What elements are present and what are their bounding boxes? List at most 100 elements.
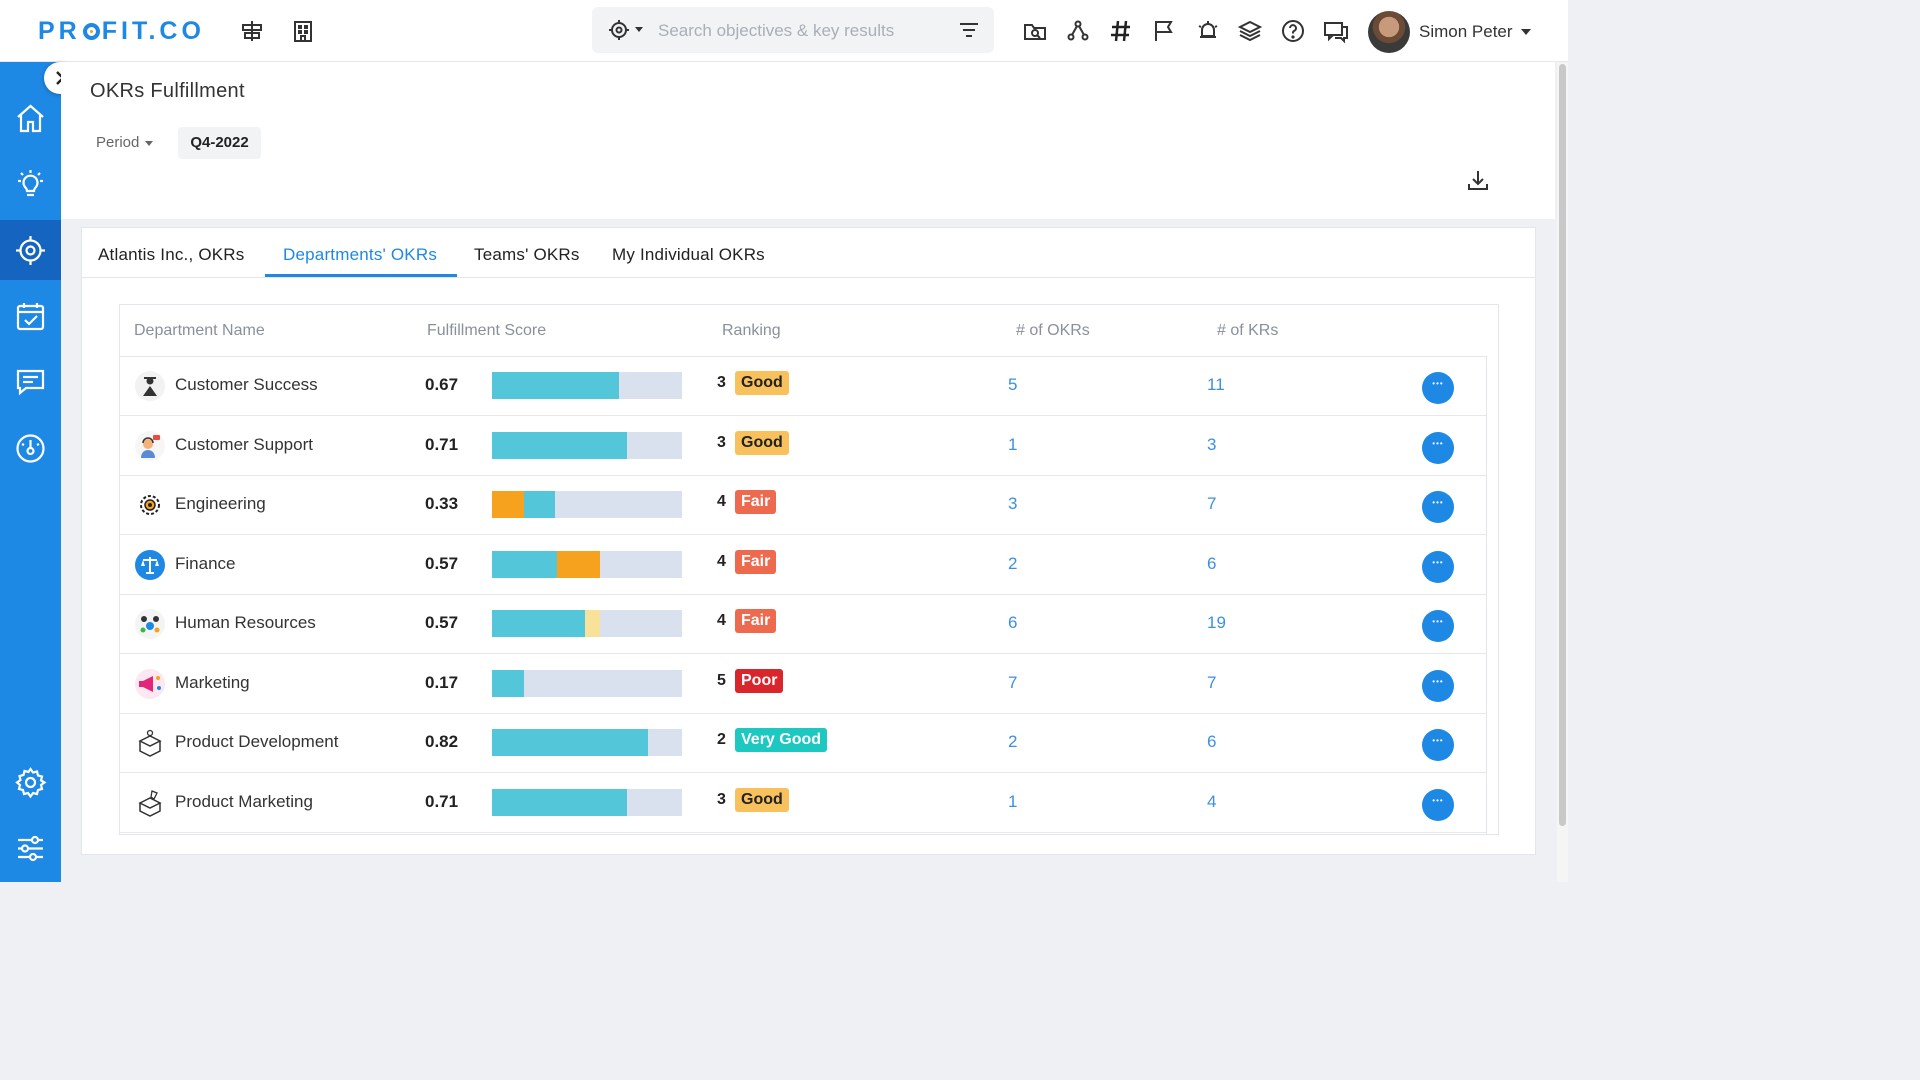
period-value[interactable]: Q4-2022 [178, 127, 261, 159]
progress-segment [492, 550, 557, 578]
hashtag-icon[interactable] [1108, 18, 1134, 44]
progress-bar [492, 729, 682, 756]
header-ranking[interactable]: Ranking [722, 322, 781, 340]
table-row: Finance 0.57 4 Fair 2 6 [120, 536, 1486, 595]
rank-number: 3 [717, 790, 726, 808]
okrs-count-link[interactable]: 2 [1008, 554, 1017, 574]
search-bar [592, 7, 994, 53]
layers-icon[interactable] [1237, 18, 1263, 44]
table-right-border [1486, 356, 1487, 835]
department-name[interactable]: Marketing [175, 673, 250, 693]
department-name[interactable]: Product Marketing [175, 792, 313, 812]
rank-number: 4 [717, 612, 726, 629]
department-name[interactable]: Finance [175, 554, 235, 574]
sidebar-item-home[interactable] [0, 88, 61, 148]
download-icon[interactable] [1466, 168, 1490, 192]
sidebar-item-ideas[interactable] [0, 154, 61, 214]
department-name[interactable]: Engineering [175, 494, 266, 514]
fulfillment-score: 0.82 [425, 732, 459, 751]
progress-segment [556, 550, 601, 578]
target-scope-icon[interactable] [608, 19, 630, 41]
progress-segment [524, 491, 555, 518]
building-icon[interactable] [290, 18, 316, 44]
krs-count-link[interactable]: 7 [1207, 673, 1216, 693]
calendar-check-icon [16, 303, 45, 331]
rank-number: 3 [717, 433, 726, 451]
chevron-down-icon[interactable] [145, 141, 153, 146]
more-options-button[interactable] [1422, 372, 1454, 404]
krs-count-link[interactable]: 6 [1207, 732, 1216, 752]
status-badge: Fair [735, 609, 777, 633]
progress-bar [492, 431, 682, 459]
okrs-count-link[interactable]: 2 [1008, 732, 1017, 752]
chevron-down-icon[interactable] [635, 27, 643, 32]
department-name[interactable]: Customer Success [175, 375, 318, 395]
profit-co-logo[interactable]: PR FIT.CO [38, 17, 205, 46]
table-row: Product Development 0.82 2 Very Good 2 6 [120, 714, 1486, 773]
hierarchy-icon[interactable] [1065, 18, 1091, 44]
period-dropdown[interactable]: Period [96, 134, 139, 151]
page-scrollbar[interactable] [1557, 62, 1568, 882]
status-badge: Good [735, 371, 789, 395]
more-options-button[interactable] [1422, 610, 1454, 642]
department-name[interactable]: Customer Support [175, 435, 313, 455]
fulfillment-score: 0.33 [425, 494, 459, 513]
more-options-button[interactable] [1422, 550, 1454, 583]
avatar[interactable] [1368, 11, 1410, 53]
alignment-icon[interactable] [239, 18, 265, 44]
krs-count-link[interactable]: 19 [1207, 613, 1226, 633]
fulfillment-score: 0.57 [425, 553, 459, 573]
krs-count-link[interactable]: 6 [1207, 554, 1216, 574]
okrs-count-link[interactable]: 1 [1008, 792, 1017, 812]
sidebar-item-settings[interactable] [0, 752, 61, 812]
progress-bar [492, 610, 682, 637]
table-row: Marketing 0.17 5 Poor 7 7 [120, 655, 1486, 714]
department-name[interactable]: Product Development [175, 732, 338, 752]
flag-icon[interactable] [1151, 18, 1177, 44]
krs-count-link[interactable]: 3 [1207, 435, 1216, 455]
sidebar-item-tasks[interactable] [0, 286, 61, 346]
krs-count-link[interactable]: 11 [1207, 375, 1225, 395]
tab-individual-okrs[interactable]: My Individual OKRs [612, 245, 765, 265]
status-badge: Good [735, 430, 789, 455]
fulfillment-score: 0.67 [425, 375, 459, 394]
krs-count-link[interactable]: 7 [1207, 494, 1216, 514]
filter-icon[interactable] [958, 19, 980, 41]
user-name[interactable]: Simon Peter [1419, 22, 1513, 42]
header-department-name[interactable]: Department Name [134, 322, 265, 340]
okrs-count-link[interactable]: 3 [1008, 494, 1017, 514]
chat-icon[interactable] [1323, 18, 1349, 44]
more-options-button[interactable] [1422, 788, 1454, 821]
scrollbar-thumb[interactable] [1559, 64, 1566, 826]
alarm-icon[interactable] [1195, 18, 1221, 44]
active-tab-indicator [265, 274, 457, 277]
more-options-button[interactable] [1422, 669, 1454, 702]
sidebar-item-preferences[interactable] [0, 818, 61, 878]
okrs-count-link[interactable]: 7 [1008, 673, 1017, 693]
tab-teams-okrs[interactable]: Teams' OKRs [474, 245, 580, 265]
department-name[interactable]: Human Resources [175, 613, 316, 633]
more-options-button[interactable] [1422, 431, 1454, 464]
tab-atlantis-okrs[interactable]: Atlantis Inc., OKRs [98, 245, 244, 265]
header-fulfillment-score[interactable]: Fulfillment Score [427, 322, 546, 340]
tab-departments-okrs[interactable]: Departments' OKRs [283, 245, 437, 265]
folder-search-icon[interactable] [1022, 18, 1048, 44]
more-options-button[interactable] [1422, 491, 1454, 523]
sidebar-item-dashboard[interactable] [0, 418, 61, 478]
okrs-count-link[interactable]: 1 [1008, 435, 1017, 455]
rank-number: 5 [717, 671, 726, 689]
fulfillment-score: 0.71 [425, 791, 459, 811]
okrs-count-link[interactable]: 6 [1008, 613, 1017, 633]
chevron-down-icon[interactable] [1521, 29, 1531, 35]
okrs-count-link[interactable]: 5 [1008, 375, 1017, 395]
table-row: Human Resources 0.57 4 Fair 6 19 [120, 595, 1486, 654]
header-num-okrs[interactable]: # of OKRs [1016, 322, 1090, 340]
more-options-button[interactable] [1422, 729, 1454, 761]
search-input[interactable] [656, 17, 940, 45]
headset-agent-icon [134, 430, 166, 462]
krs-count-link[interactable]: 4 [1207, 792, 1216, 812]
sidebar-item-okrs[interactable] [0, 220, 61, 280]
sidebar-item-messages[interactable] [0, 352, 61, 412]
header-num-krs[interactable]: # of KRs [1217, 322, 1278, 340]
help-icon[interactable] [1280, 18, 1306, 44]
